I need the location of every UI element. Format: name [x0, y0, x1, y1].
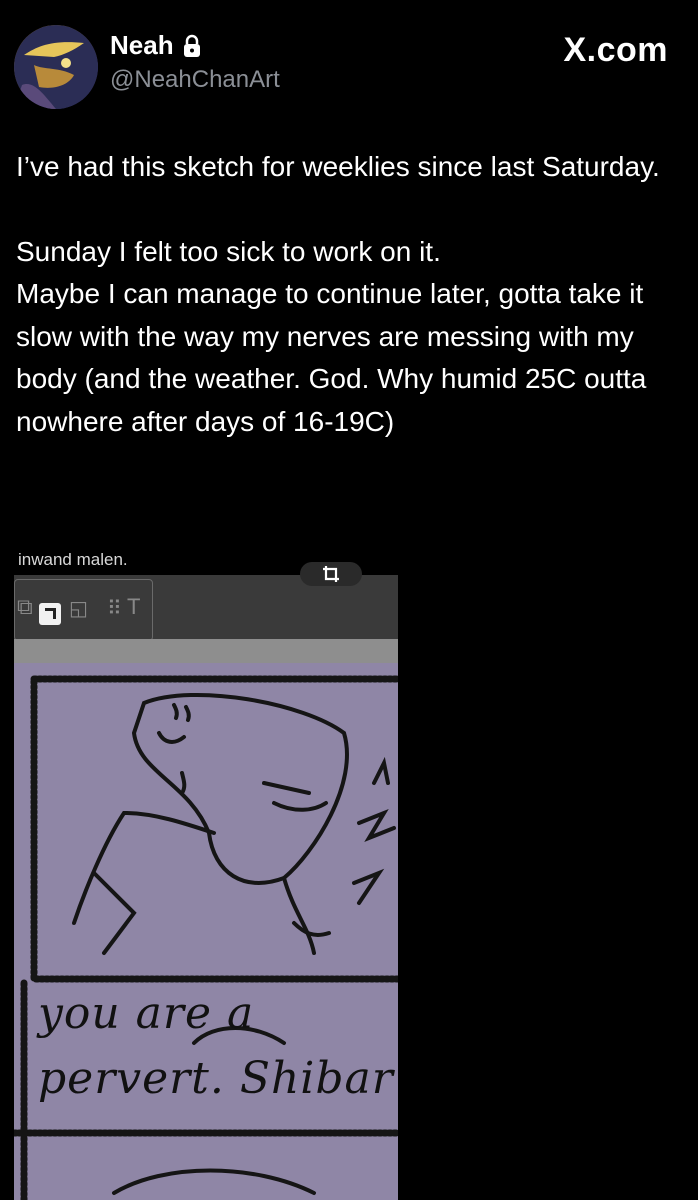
user-name-row[interactable]: Neah — [110, 30, 202, 61]
sketch-image[interactable]: you are a pervert. Shibar — [14, 663, 398, 1200]
sketch-drawing — [14, 675, 398, 1200]
crop-button[interactable] — [300, 562, 362, 586]
transform-icon[interactable]: ◱ — [69, 596, 88, 621]
tweet-paragraph: Sunday I felt too sick to work on it. — [16, 235, 441, 267]
profile-avatar[interactable] — [14, 25, 98, 109]
tweet-body: I’ve had this sketch for weeklies since … — [16, 146, 686, 443]
tweet-paragraph: Maybe I can manage to continue later, go… — [16, 278, 647, 437]
display-name[interactable]: Neah — [110, 30, 174, 61]
user-handle[interactable]: @NeahChanArt — [110, 66, 280, 94]
toolbar-strip — [14, 639, 398, 663]
arrow-tool-icon[interactable] — [39, 603, 61, 625]
image-caption: inwand malen. — [18, 550, 128, 569]
crop-icon — [323, 566, 339, 582]
text-tool-icon[interactable]: T — [127, 594, 140, 620]
tool-selector[interactable]: ⧉ ◱ ⠿ T — [14, 579, 153, 641]
drawing-app-toolbar: ⧉ ◱ ⠿ T — [14, 575, 398, 663]
brand-logo: X.com — [563, 31, 668, 69]
panel-text-line2: pervert. Shibar — [38, 1053, 394, 1104]
panel-text-line1: you are a — [38, 988, 255, 1039]
lock-icon — [182, 34, 202, 58]
layers-icon[interactable]: ⧉ — [17, 594, 33, 620]
avatar-image — [14, 25, 98, 109]
grid-icon[interactable]: ⠿ — [107, 596, 122, 621]
tweet-paragraph: I’ve had this sketch for weeklies since … — [16, 151, 660, 182]
